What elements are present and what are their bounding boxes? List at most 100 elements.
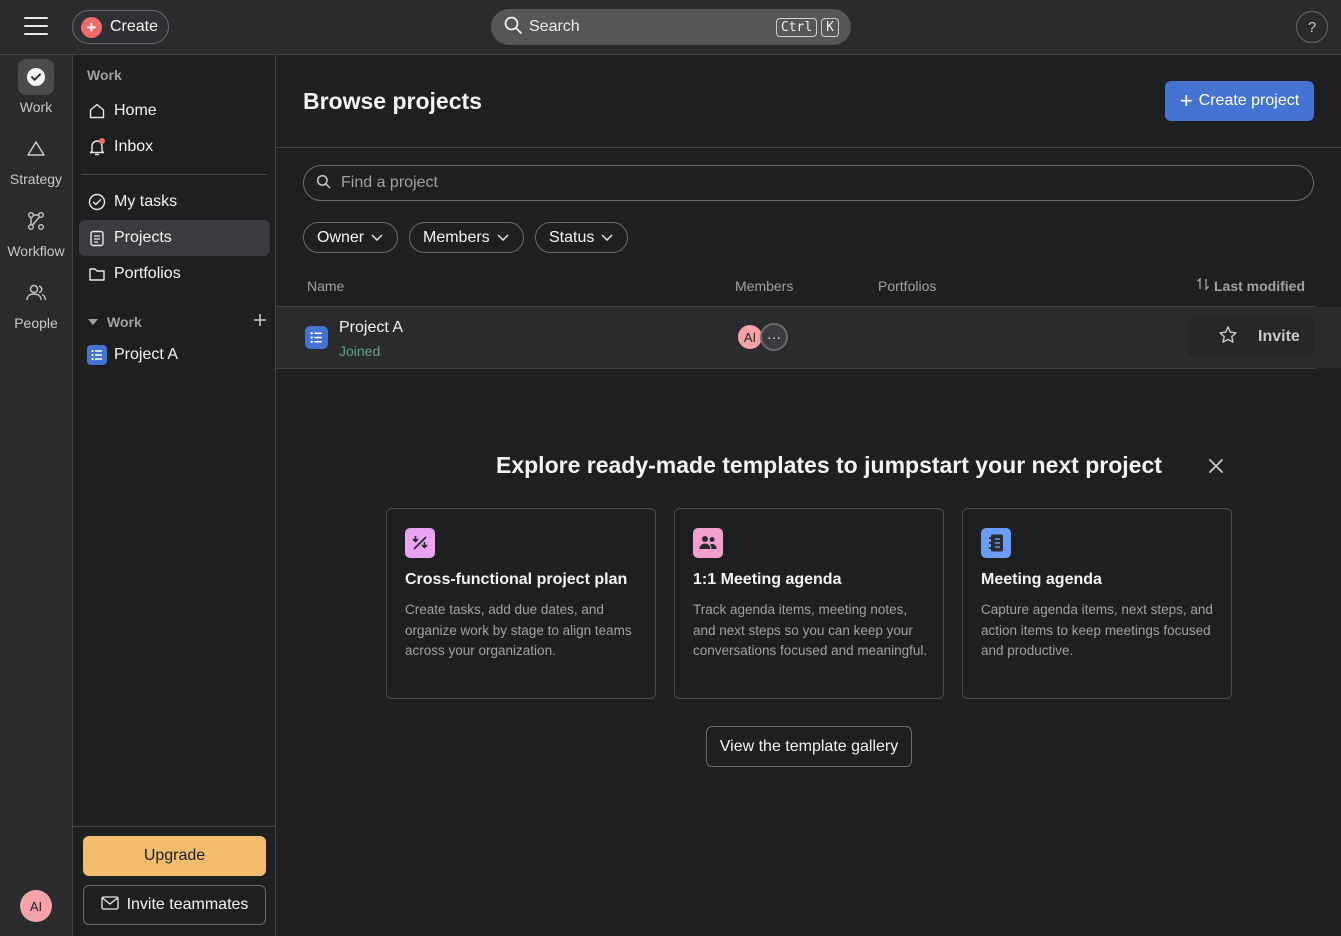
sidebar-item-label: My tasks bbox=[114, 193, 178, 210]
sidebar-section-work[interactable]: Work bbox=[87, 313, 267, 331]
project-status: Joined bbox=[339, 343, 381, 359]
project-name[interactable]: Project A bbox=[339, 319, 403, 337]
sidebar-item-inbox[interactable]: Inbox bbox=[79, 129, 270, 165]
template-card-description: Track agenda items, meeting notes, and n… bbox=[693, 602, 928, 658]
people-icon bbox=[18, 275, 54, 311]
help-button[interactable]: ? bbox=[1296, 11, 1328, 43]
row-divider bbox=[276, 368, 1316, 369]
triangle-icon bbox=[18, 131, 54, 167]
create-project-button[interactable]: + Create project bbox=[1165, 81, 1314, 121]
templates-heading: Explore ready-made templates to jumpstar… bbox=[496, 452, 1162, 478]
rail-label-people: People bbox=[14, 315, 58, 331]
template-card-cross-functional[interactable]: Cross-functional project plan Create tas… bbox=[386, 508, 656, 699]
sidebar-divider bbox=[73, 826, 275, 827]
row-actions: Invite bbox=[1188, 317, 1314, 357]
invite-button[interactable]: Invite bbox=[1258, 328, 1300, 346]
folder-icon bbox=[87, 264, 107, 284]
project-list-icon bbox=[305, 326, 328, 349]
invite-teammates-label: Invite teammates bbox=[126, 896, 249, 913]
add-icon[interactable] bbox=[253, 313, 267, 331]
sort-label: Last modified bbox=[1213, 277, 1305, 294]
chevron-down-icon bbox=[370, 229, 384, 246]
workflow-icon bbox=[18, 203, 54, 239]
sidebar-item-home[interactable]: Home bbox=[79, 93, 270, 129]
filter-members[interactable]: Members bbox=[409, 222, 524, 253]
template-card-description: Create tasks, add due dates, and organiz… bbox=[405, 602, 632, 658]
chevron-down-icon bbox=[496, 229, 510, 246]
column-header-portfolios: Portfolios bbox=[878, 278, 937, 294]
search-label: Search bbox=[529, 18, 580, 35]
check-circle-icon bbox=[18, 59, 54, 95]
create-label: Create bbox=[110, 18, 159, 35]
sidebar-item-label: Portfolios bbox=[114, 265, 181, 282]
rail-item-people[interactable]: People bbox=[0, 275, 72, 331]
star-icon[interactable] bbox=[1218, 325, 1238, 349]
envelope-icon bbox=[100, 895, 119, 915]
search-icon bbox=[503, 15, 523, 39]
sort-last-modified[interactable]: Last modified bbox=[1196, 277, 1305, 294]
search-icon bbox=[316, 174, 331, 193]
table-row[interactable]: Project A Joined AI ··· Invite bbox=[276, 307, 1341, 368]
people-icon bbox=[693, 528, 723, 558]
rail-label-workflow: Workflow bbox=[7, 243, 65, 259]
project-list-icon bbox=[87, 345, 107, 365]
more-members-button[interactable]: ··· bbox=[760, 323, 788, 351]
search-bar[interactable]: Search Ctrl K bbox=[491, 9, 851, 45]
shortcut-key-k: K bbox=[821, 17, 839, 37]
invite-teammates-button[interactable]: Invite teammates bbox=[83, 885, 266, 925]
filter-status[interactable]: Status bbox=[535, 222, 629, 253]
header-divider bbox=[276, 147, 1341, 148]
percent-swap-icon bbox=[405, 528, 435, 558]
sort-icon bbox=[1196, 277, 1210, 294]
close-icon[interactable] bbox=[1205, 455, 1227, 477]
filter-label: Status bbox=[549, 228, 595, 246]
rail-label-strategy: Strategy bbox=[9, 171, 63, 187]
check-circle-icon bbox=[87, 192, 107, 212]
template-card-description: Capture agenda items, next steps, and ac… bbox=[981, 602, 1213, 658]
main-content: Browse projects + Create project Find a … bbox=[276, 55, 1341, 936]
create-button[interactable]: + Create bbox=[72, 10, 169, 44]
sidebar-item-label: Home bbox=[114, 102, 157, 119]
template-card-1-1-meeting[interactable]: 1:1 Meeting agenda Track agenda items, m… bbox=[674, 508, 944, 699]
find-project-placeholder: Find a project bbox=[341, 174, 438, 191]
user-avatar[interactable]: AI bbox=[20, 890, 52, 922]
sidebar-section-label: Work bbox=[107, 314, 142, 330]
rail-item-work[interactable]: Work bbox=[0, 59, 72, 115]
sidebar-divider bbox=[81, 174, 267, 175]
column-header-name: Name bbox=[307, 278, 345, 294]
sidebar-item-my-tasks[interactable]: My tasks bbox=[79, 184, 270, 220]
rail-label-work: Work bbox=[19, 99, 53, 115]
filter-label: Members bbox=[423, 228, 490, 246]
shortcut-key-ctrl: Ctrl bbox=[775, 17, 818, 37]
sidebar-item-label: Inbox bbox=[114, 138, 154, 155]
clipboard-icon bbox=[87, 228, 107, 248]
template-card-title: Meeting agenda bbox=[981, 571, 1102, 588]
template-card-meeting-agenda[interactable]: Meeting agenda Capture agenda items, nex… bbox=[962, 508, 1232, 699]
hamburger-menu-icon[interactable] bbox=[24, 17, 48, 37]
upgrade-button[interactable]: Upgrade bbox=[83, 836, 266, 876]
sidebar: Work Home Inbox My tasks Projects Portfo… bbox=[72, 55, 276, 936]
find-project-input[interactable]: Find a project bbox=[303, 165, 1314, 201]
template-card-title: 1:1 Meeting agenda bbox=[693, 571, 842, 588]
filter-owner[interactable]: Owner bbox=[303, 222, 399, 253]
plus-icon: + bbox=[1179, 88, 1193, 113]
left-rail: Work Strategy Workflow People AI bbox=[0, 55, 72, 936]
plus-icon: + bbox=[81, 16, 102, 38]
sidebar-item-label: Projects bbox=[114, 229, 172, 246]
notebook-icon bbox=[981, 528, 1011, 558]
sidebar-heading: Work bbox=[87, 67, 122, 83]
rail-item-strategy[interactable]: Strategy bbox=[0, 131, 72, 187]
sidebar-item-projects[interactable]: Projects bbox=[79, 220, 270, 256]
template-card-title: Cross-functional project plan bbox=[405, 571, 628, 588]
rail-item-workflow[interactable]: Workflow bbox=[0, 203, 72, 259]
sidebar-project-a[interactable]: Project A bbox=[79, 337, 270, 373]
sidebar-item-portfolios[interactable]: Portfolios bbox=[79, 256, 270, 292]
sidebar-project-label: Project A bbox=[114, 346, 179, 363]
page-title: Browse projects bbox=[303, 88, 482, 114]
home-icon bbox=[87, 101, 107, 121]
caret-down-icon[interactable] bbox=[87, 314, 99, 331]
chevron-down-icon bbox=[600, 229, 614, 246]
column-header-members: Members bbox=[735, 278, 794, 294]
view-template-gallery-button[interactable]: View the template gallery bbox=[706, 726, 912, 767]
top-bar: + Create Search Ctrl K ? bbox=[0, 0, 1341, 55]
